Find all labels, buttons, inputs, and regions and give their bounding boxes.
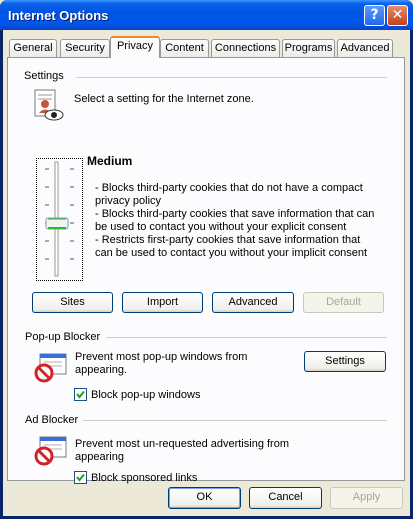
apply-button[interactable]: Apply — [330, 487, 403, 509]
popup-description: Prevent most pop-up windows from appeari… — [75, 351, 247, 377]
tab-privacy[interactable]: Privacy — [110, 36, 160, 58]
ad-description-line: appearing — [75, 451, 124, 463]
internet-options-window: Internet Options ? ✕ General Security Pr… — [0, 0, 413, 519]
dialog-body: General Security Privacy Content Connect… — [3, 30, 410, 516]
privacy-description: - Blocks third-party cookies that do not… — [95, 182, 395, 260]
close-button[interactable]: ✕ — [387, 5, 408, 26]
description-line: - Restricts first-party cookies that sav… — [95, 234, 361, 246]
tab-label: Advanced — [340, 42, 390, 54]
block-sponsored-links-checkbox[interactable] — [74, 471, 87, 484]
popup-description-line: Prevent most pop-up windows from — [75, 351, 248, 363]
tab-programs[interactable]: Programs — [282, 39, 335, 57]
window-title: Internet Options — [8, 8, 109, 23]
checkmark-icon — [76, 473, 85, 482]
checkmark-icon — [76, 390, 85, 399]
ad-blocker-label: Ad Blocker — [25, 414, 79, 426]
tab-label: Content — [165, 42, 204, 54]
import-button[interactable]: Import — [122, 292, 203, 313]
block-popups-label[interactable]: Block pop-up windows — [91, 389, 200, 402]
close-icon: ✕ — [391, 7, 404, 23]
tab-content[interactable]: Content — [160, 39, 209, 57]
tab-label: Security — [65, 42, 105, 54]
description-line: privacy policy — [95, 195, 162, 207]
popup-description-line: appearing. — [75, 364, 127, 376]
settings-intro: Select a setting for the Internet zone. — [74, 93, 254, 105]
block-popups-checkbox[interactable] — [74, 388, 87, 401]
block-sponsored-links-label[interactable]: Block sponsored links — [91, 472, 197, 485]
title-bar[interactable]: Internet Options ? ✕ — [0, 0, 413, 30]
ad-blocked-icon — [34, 436, 68, 466]
privacy-slider-focus[interactable] — [36, 158, 83, 281]
ad-description: Prevent most un-requested advertising fr… — [75, 438, 289, 464]
description-line: - Blocks third-party cookies that do not… — [95, 182, 363, 194]
tab-connections[interactable]: Connections — [211, 39, 280, 57]
tab-security[interactable]: Security — [60, 39, 110, 57]
cancel-button[interactable]: Cancel — [249, 487, 322, 509]
popup-blocked-icon — [34, 353, 68, 383]
privacy-panel: Settings Select a setting for the Intern… — [7, 57, 405, 484]
tab-label: Privacy — [116, 40, 154, 52]
default-button[interactable]: Default — [303, 292, 384, 313]
tab-label: Connections — [214, 42, 277, 54]
ad-divider — [83, 420, 387, 421]
tab-label: Programs — [284, 42, 333, 54]
settings-divider — [76, 77, 387, 78]
ok-button[interactable]: OK — [168, 487, 241, 509]
tab-general[interactable]: General — [9, 39, 57, 57]
settings-group-label: Settings — [24, 70, 64, 82]
advanced-button[interactable]: Advanced — [212, 292, 294, 313]
slider-thumb[interactable] — [45, 217, 69, 230]
sites-button[interactable]: Sites — [32, 292, 113, 313]
popup-settings-button[interactable]: Settings — [304, 351, 386, 372]
privacy-level-label: Medium — [87, 154, 133, 168]
help-button[interactable]: ? — [364, 5, 385, 26]
description-line: - Blocks third-party cookies that save i… — [95, 208, 375, 220]
privacy-slider[interactable] — [37, 159, 82, 280]
description-line: can be used to contact you without your … — [95, 247, 368, 259]
tab-advanced[interactable]: Advanced — [337, 39, 393, 57]
question-icon: ? — [370, 7, 379, 23]
privacy-certificate-icon — [34, 89, 64, 123]
popup-divider — [106, 337, 387, 338]
popup-blocker-label: Pop-up Blocker — [25, 331, 101, 343]
ad-description-line: Prevent most un-requested advertising fr… — [75, 438, 289, 450]
tab-label: General — [13, 42, 53, 54]
description-line: be used to contact you without your expl… — [95, 221, 347, 233]
